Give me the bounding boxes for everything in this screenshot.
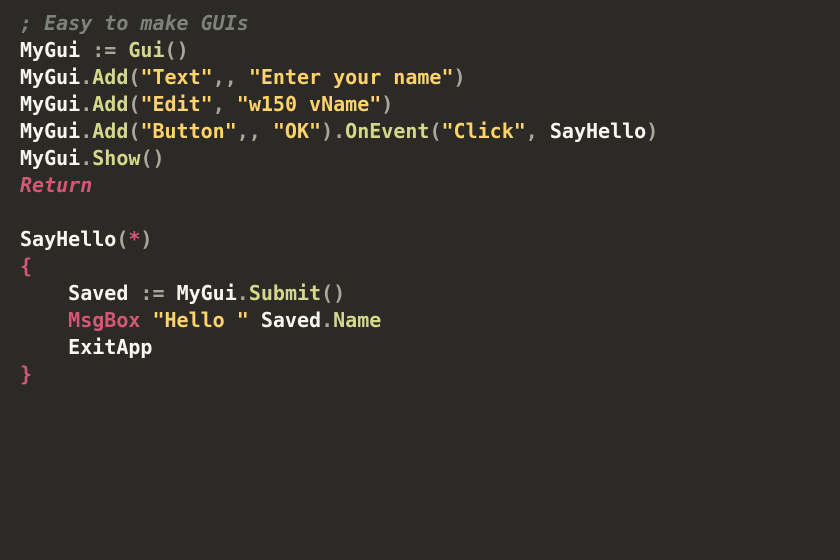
code-line: MyGui.Add("Button",, "OK").OnEvent("Clic… (20, 119, 658, 143)
code-line: { (20, 254, 32, 278)
code-line: MsgBox "Hello " Saved.Name (20, 308, 381, 332)
code-line: MyGui.Add("Text",, "Enter your name") (20, 65, 466, 89)
keyword-return: Return (20, 173, 92, 197)
code-line: MyGui.Show() (20, 146, 165, 170)
code-line: } (20, 362, 32, 386)
code-line: MyGui.Add("Edit", "w150 vName") (20, 92, 393, 116)
code-line: SayHello(*) (20, 227, 152, 251)
code-line: MyGui := Gui() (20, 38, 189, 62)
code-line: ; Easy to make GUIs (20, 11, 249, 35)
code-line: ExitApp (20, 335, 152, 359)
code-editor[interactable]: ; Easy to make GUIs MyGui := Gui() MyGui… (0, 0, 840, 388)
code-line: Saved := MyGui.Submit() (20, 281, 345, 305)
code-line: Return (20, 173, 92, 197)
comment: ; Easy to make GUIs (20, 11, 249, 35)
